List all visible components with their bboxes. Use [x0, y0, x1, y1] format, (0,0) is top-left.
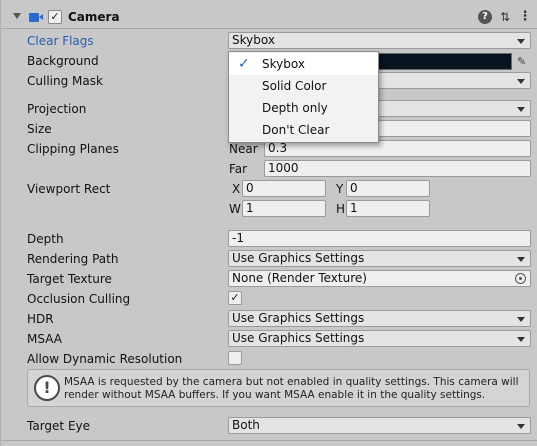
menu-item-label: Depth only [262, 101, 328, 115]
viewport-h-label: H [336, 202, 346, 216]
hdr-dropdown[interactable]: Use Graphics Settings [228, 310, 531, 327]
msaa-warning-box: ! MSAA is requested by the camera but no… [27, 369, 530, 407]
size-label: Size [27, 122, 52, 136]
dynamic-resolution-label: Allow Dynamic Resolution [27, 352, 183, 366]
checkmark-icon: ✓ [238, 56, 250, 72]
warning-icon: ! [34, 375, 60, 401]
viewport-w-input[interactable]: 1 [242, 200, 326, 217]
chevron-down-icon [517, 79, 525, 84]
viewport-y-input[interactable]: 0 [346, 180, 430, 197]
rendering-path-dropdown[interactable]: Use Graphics Settings [228, 250, 531, 267]
clear-flags-popup-menu: ✓ Skybox Solid Color Depth only Don't Cl… [228, 51, 379, 143]
viewport-y-label: Y [336, 182, 344, 196]
viewport-x-input[interactable]: 0 [242, 180, 326, 197]
eyedropper-icon[interactable]: ✎ [517, 55, 526, 68]
viewport-x-label: X [232, 182, 241, 196]
context-menu-icon[interactable]: ⋮ [518, 10, 532, 24]
presets-icon[interactable]: ⇅ [498, 10, 512, 24]
chevron-down-icon [517, 257, 525, 262]
far-input[interactable]: 1000 [264, 160, 531, 177]
menu-item-label: Skybox [262, 57, 305, 71]
component-title: Camera [68, 10, 120, 24]
menu-item-depth-only[interactable]: Depth only [229, 97, 378, 119]
rendering-path-value: Use Graphics Settings [232, 251, 365, 265]
depth-input[interactable]: -1 [228, 230, 531, 247]
help-icon[interactable]: ? [478, 10, 492, 24]
component-header[interactable]: ✓ Camera ? ⇅ ⋮ [1, 5, 537, 29]
msaa-label: MSAA [27, 332, 62, 346]
hdr-label: HDR [27, 312, 54, 326]
dynamic-resolution-checkbox[interactable] [228, 351, 242, 365]
target-eye-dropdown[interactable]: Both [228, 417, 531, 434]
section-divider [1, 440, 537, 441]
target-texture-field[interactable]: None (Render Texture) [228, 270, 531, 287]
clipping-planes-label: Clipping Planes [27, 142, 119, 156]
clear-flags-label: Clear Flags [27, 34, 94, 48]
far-label: Far [229, 162, 248, 176]
projection-dropdown[interactable] [378, 100, 531, 117]
camera-icon [29, 13, 43, 22]
culling-mask-label: Culling Mask [27, 74, 103, 88]
hdr-value: Use Graphics Settings [232, 311, 365, 325]
background-color-swatch[interactable] [378, 53, 512, 70]
menu-item-dont-clear[interactable]: Don't Clear [229, 119, 378, 141]
rendering-path-label: Rendering Path [27, 252, 119, 266]
menu-item-solid-color[interactable]: Solid Color [229, 75, 378, 97]
chevron-down-icon [517, 39, 525, 44]
target-texture-value: None (Render Texture) [232, 271, 367, 285]
occlusion-culling-checkbox[interactable]: ✓ [228, 291, 242, 305]
clear-flags-value: Skybox [232, 33, 275, 47]
viewport-w-label: W [229, 202, 241, 216]
near-label: Near [229, 142, 258, 156]
msaa-dropdown[interactable]: Use Graphics Settings [228, 330, 531, 347]
target-eye-value: Both [232, 418, 260, 432]
chevron-down-icon [517, 107, 525, 112]
background-label: Background [27, 54, 99, 68]
camera-inspector: ✓ Camera ? ⇅ ⋮ Clear Flags Skybox Backgr… [0, 0, 537, 446]
msaa-warning-text: MSAA is requested by the camera but not … [64, 376, 519, 401]
viewport-h-input[interactable]: 1 [346, 200, 430, 217]
size-input[interactable] [378, 120, 531, 137]
depth-label: Depth [27, 232, 64, 246]
menu-item-label: Don't Clear [262, 123, 330, 137]
projection-label: Projection [27, 102, 87, 116]
foldout-arrow-icon[interactable] [13, 13, 21, 19]
object-picker-icon[interactable] [515, 273, 526, 284]
target-eye-label: Target Eye [27, 419, 91, 433]
msaa-value: Use Graphics Settings [232, 331, 365, 345]
menu-item-skybox[interactable]: ✓ Skybox [229, 53, 378, 75]
chevron-down-icon [517, 424, 525, 429]
chevron-down-icon [517, 317, 525, 322]
target-texture-label: Target Texture [27, 272, 112, 286]
clear-flags-dropdown[interactable]: Skybox [228, 32, 531, 49]
culling-mask-dropdown[interactable] [378, 72, 531, 89]
chevron-down-icon [517, 337, 525, 342]
occlusion-culling-label: Occlusion Culling [27, 292, 131, 306]
menu-item-label: Solid Color [262, 79, 327, 93]
component-enabled-checkbox[interactable]: ✓ [48, 10, 62, 24]
viewport-rect-label: Viewport Rect [27, 182, 111, 196]
